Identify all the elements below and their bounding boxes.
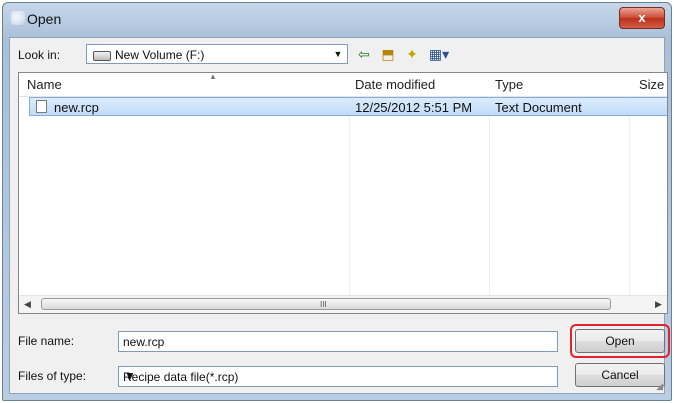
scroll-left-icon[interactable]: ◀ (19, 296, 36, 312)
file-list[interactable]: Name ▲ Date modified Type Size new.rcp 1… (18, 72, 668, 314)
new-folder-icon[interactable]: ✦ (402, 44, 422, 64)
scrollbar-grip: III (320, 300, 327, 309)
file-name-value: new.rcp (123, 335, 165, 349)
close-button[interactable]: x (619, 7, 665, 29)
chevron-down-icon[interactable]: ▼ (123, 369, 137, 383)
chevron-down-icon[interactable]: ▼ (331, 47, 345, 61)
column-header-date-modified[interactable]: Date modified (355, 77, 435, 92)
look-in-value: New Volume (F:) (115, 48, 205, 62)
date-modified-cell: 12/25/2012 5:51 PM (355, 100, 473, 115)
list-header: Name ▲ Date modified Type Size (19, 72, 667, 97)
drive-icon (93, 51, 111, 61)
views-menu-icon[interactable]: ▦▾ (426, 44, 452, 64)
resize-grip-icon[interactable]: ◢ (656, 381, 663, 392)
column-divider (629, 96, 630, 296)
files-of-type-label: Files of type: (18, 369, 87, 383)
back-arrow-icon[interactable]: ⇦ (354, 44, 374, 64)
scrollbar-thumb[interactable]: III (41, 298, 611, 310)
app-icon (11, 11, 25, 25)
title-bar[interactable]: Open x (3, 3, 671, 37)
cancel-button[interactable]: Cancel (575, 363, 665, 387)
files-of-type-dropdown[interactable]: Recipe data file(*.rcp) ▼ (118, 366, 558, 387)
file-name-label: File name: (18, 334, 75, 348)
column-header-type[interactable]: Type (495, 77, 523, 92)
look-in-label: Look in: (18, 48, 61, 62)
dialog-title: Open (27, 11, 62, 27)
column-header-name[interactable]: Name (27, 77, 62, 92)
close-icon: x (638, 10, 646, 25)
column-header-size[interactable]: Size (639, 77, 664, 92)
dialog-body: Look in: New Volume (F:) ▼ ⇦ ⬒ ✦ ▦▾ Name… (9, 37, 670, 394)
type-cell: Text Document (495, 100, 582, 115)
text-document-icon (36, 100, 47, 113)
file-name-input[interactable]: new.rcp (118, 331, 558, 352)
open-dialog: Open x Look in: New Volume (F:) ▼ ⇦ ⬒ ✦ … (2, 2, 672, 401)
files-of-type-value: Recipe data file(*.rcp) (123, 370, 239, 384)
up-folder-icon[interactable]: ⬒ (378, 44, 398, 64)
sort-ascending-icon: ▲ (209, 72, 217, 81)
column-divider (489, 96, 490, 296)
open-button[interactable]: Open (575, 329, 665, 353)
scroll-right-icon[interactable]: ▶ (650, 296, 667, 312)
look-in-dropdown[interactable]: New Volume (F:) ▼ (86, 44, 348, 64)
column-divider (349, 96, 350, 296)
horizontal-scrollbar[interactable]: ◀ III ▶ (19, 295, 667, 313)
list-item[interactable]: new.rcp 12/25/2012 5:51 PM Text Document (29, 97, 667, 116)
file-name-cell: new.rcp (54, 100, 99, 115)
